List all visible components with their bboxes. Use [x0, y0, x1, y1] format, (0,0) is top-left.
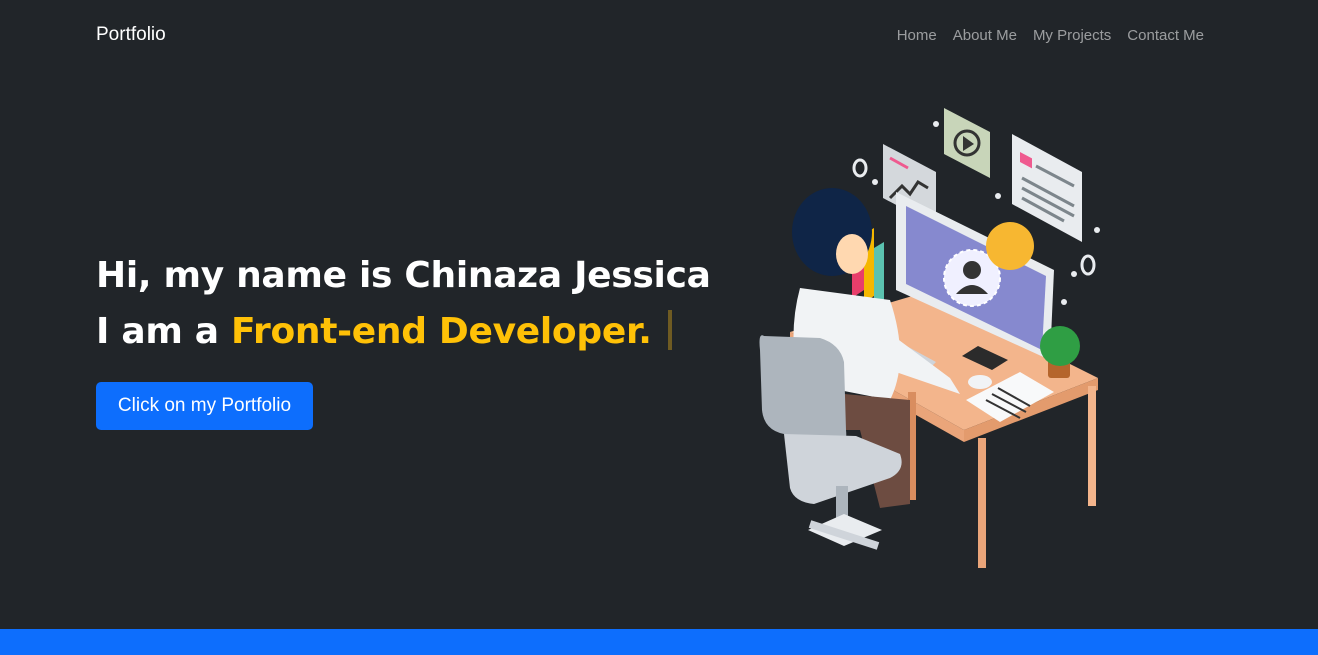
- hero-role-prefix: I am a: [96, 311, 231, 352]
- hero-text: Hi, my name is Chinaza Jessica I am a Fr…: [96, 248, 711, 360]
- nav-link-contact[interactable]: Contact Me: [1127, 27, 1204, 44]
- float-circle-icon: [1080, 254, 1096, 276]
- float-circle-icon: [852, 158, 868, 178]
- nav-link-home[interactable]: Home: [897, 27, 937, 44]
- brand-link[interactable]: Portfolio: [96, 24, 166, 46]
- nav-item-home: Home: [897, 25, 937, 44]
- hero-role: I am a Front-end Developer.: [96, 304, 711, 360]
- navbar: Portfolio Home About Me My Projects Cont…: [0, 0, 1318, 72]
- nav-link-about[interactable]: About Me: [953, 27, 1017, 44]
- developer-illustration-svg: [759, 108, 1100, 568]
- nav-link-projects[interactable]: My Projects: [1033, 27, 1111, 44]
- hero-greeting: Hi, my name is Chinaza Jessica: [96, 255, 711, 296]
- chair-back: [759, 335, 847, 448]
- nav-item-contact: Contact Me: [1127, 25, 1204, 44]
- footer-bar: [0, 629, 1318, 655]
- portfolio-button[interactable]: Click on my Portfolio: [96, 382, 313, 430]
- typing-cursor: [667, 310, 672, 350]
- nav-links: Home About Me My Projects Contact Me: [897, 25, 1204, 44]
- nav-item-about: About Me: [953, 25, 1017, 44]
- chat-bubble-icon: [986, 222, 1034, 270]
- hero-role-highlight: Front-end Developer.: [231, 311, 652, 352]
- nav-item-projects: My Projects: [1033, 25, 1111, 44]
- plant-icon: [1040, 326, 1080, 366]
- developer-at-desk-illustration: [740, 100, 1120, 575]
